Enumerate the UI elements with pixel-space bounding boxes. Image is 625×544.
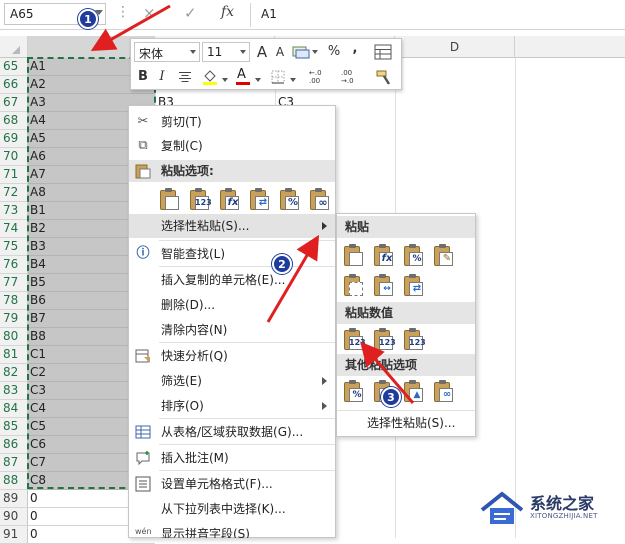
annotation-badge-1: 1	[78, 9, 98, 29]
watermark-logo	[478, 488, 526, 528]
annotation-badge-3: 3	[381, 387, 401, 407]
arrow-2	[266, 234, 320, 323]
arrow-1	[90, 4, 171, 51]
watermark-text: 系统之家	[530, 494, 595, 513]
watermark-subtext: XITONGZHIJIA.NET	[530, 512, 598, 520]
house-logo-icon	[480, 491, 524, 524]
annotation-arrows	[90, 4, 415, 404]
annotation-badge-2: 2	[272, 254, 292, 274]
